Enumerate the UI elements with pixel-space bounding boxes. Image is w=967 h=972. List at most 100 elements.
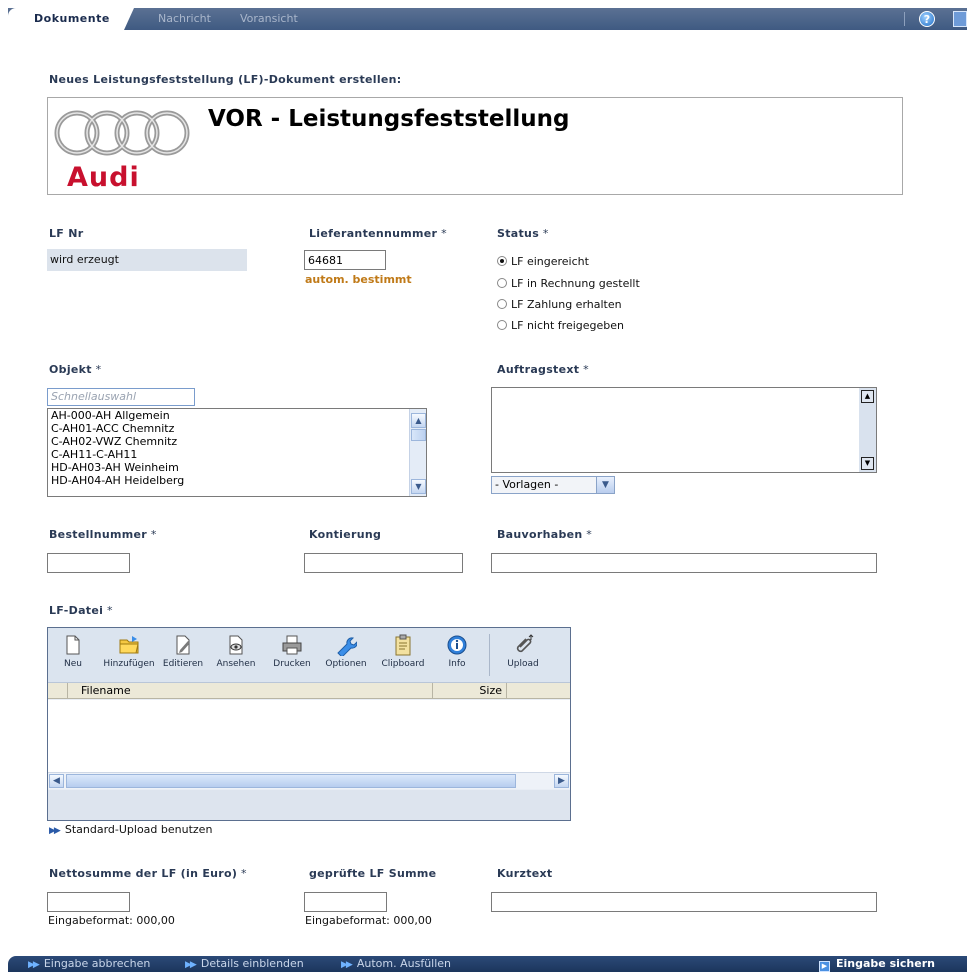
view-button[interactable]: Ansehen (214, 634, 258, 669)
clipboard-icon (395, 634, 411, 656)
list-item[interactable]: HD-AH04-AH Heidelberg (48, 474, 426, 487)
tool-label: Neu (64, 659, 82, 669)
tool-label: Upload (507, 659, 539, 669)
list-item[interactable]: C-AH01-ACC Chemnitz (48, 422, 426, 435)
tab-dokumente[interactable]: Dokumente (8, 8, 134, 30)
required-marker: * (147, 528, 157, 541)
section-title: Neues Leistungsfeststellung (LF)-Dokumen… (49, 73, 402, 86)
double-arrow-icon: ▶▶ (341, 960, 353, 970)
tab-divider (904, 12, 905, 26)
required-marker: * (539, 227, 549, 240)
view-document-icon (229, 635, 243, 655)
options-button[interactable]: Optionen (324, 634, 368, 669)
geprueft-format-hint: Eingabeformat: 000,00 (305, 914, 432, 927)
scroll-up-icon[interactable]: ▲ (411, 413, 426, 428)
scroll-up-icon[interactable]: ▲ (861, 390, 874, 403)
toolbar-divider (489, 634, 490, 676)
bestellnummer-label: Bestellnummer * (49, 528, 157, 541)
autofill-link[interactable]: ▶▶ Autom. Ausfüllen (341, 956, 451, 972)
scroll-down-icon[interactable]: ▼ (411, 479, 426, 494)
list-item[interactable]: AH-000-AH Allgemein (48, 409, 426, 422)
clipboard-button[interactable]: Clipboard (378, 634, 428, 669)
tab-nachricht[interactable]: Nachricht (158, 8, 211, 30)
status-option-nicht-freigegeben[interactable]: LF nicht freigegeben (497, 319, 624, 332)
geprueft-input[interactable] (304, 892, 387, 912)
netto-format-hint: Eingabeformat: 000,00 (48, 914, 175, 927)
required-marker: * (437, 227, 447, 240)
vorlagen-select[interactable]: - Vorlagen - ▼ (491, 476, 615, 494)
radio-selected-icon[interactable] (497, 256, 507, 266)
radio-icon[interactable] (497, 299, 507, 309)
print-button[interactable]: Drucken (271, 634, 313, 669)
lieferant-input[interactable] (304, 250, 386, 270)
standard-upload-link[interactable]: ▶▶ Standard-Upload benutzen (49, 823, 212, 836)
folder-icon (119, 636, 139, 654)
bauvorhaben-label: Bauvorhaben * (497, 528, 592, 541)
lieferant-note: autom. bestimmt (305, 273, 412, 286)
details-label: Details einblenden (200, 957, 304, 970)
tab-voransicht[interactable]: Voransicht (240, 8, 298, 30)
status-option-eingereicht[interactable]: LF eingereicht (497, 255, 589, 268)
schnellauswahl-input[interactable]: Schnellauswahl (47, 388, 195, 406)
add-button[interactable]: Hinzufügen (100, 634, 158, 669)
details-link[interactable]: ▶▶ Details einblenden (185, 956, 304, 972)
geprueft-label: geprüfte LF Summe (309, 867, 437, 880)
objekt-listbox[interactable]: AH-000-AH Allgemein C-AH01-ACC Chemnitz … (47, 408, 427, 497)
radio-icon[interactable] (497, 320, 507, 330)
list-item[interactable]: HD-AH03-AH Weinheim (48, 461, 426, 474)
lfnr-label: LF Nr (49, 227, 84, 240)
column-size[interactable]: Size (433, 683, 507, 699)
column-filename[interactable]: Filename (69, 683, 433, 699)
scroll-right-icon[interactable]: ▶ (554, 774, 569, 788)
status-option-label: LF nicht freigegeben (511, 319, 625, 332)
cancel-link[interactable]: ▶▶ Eingabe abbrechen (28, 956, 150, 972)
file-toolbar: Neu Hinzufügen Editieren Ansehen Drucken… (48, 628, 570, 683)
collapse-icon[interactable] (953, 11, 967, 27)
wrench-icon (337, 637, 357, 656)
save-button[interactable]: ▶ Eingabe sichern (819, 956, 935, 972)
status-option-rechnung[interactable]: LF in Rechnung gestellt (497, 277, 640, 290)
file-list-hscrollbar[interactable]: ◀ ▶ (48, 772, 570, 789)
kontierung-input[interactable] (304, 553, 463, 573)
chevron-down-icon[interactable]: ▼ (596, 477, 614, 493)
tool-label: Info (448, 659, 466, 669)
vorlagen-value: - Vorlagen - (495, 478, 559, 491)
new-button[interactable]: Neu (58, 634, 88, 669)
audi-wordmark: Audi (67, 162, 140, 193)
edit-button[interactable]: Editieren (161, 634, 205, 669)
scroll-thumb[interactable] (411, 429, 426, 441)
file-table-header: Filename Size (48, 683, 570, 699)
double-arrow-icon: ▶▶ (28, 960, 40, 970)
netto-input[interactable] (47, 892, 130, 912)
radio-icon[interactable] (497, 278, 507, 288)
document-title: VOR - Leistungsfeststellung (208, 106, 570, 132)
status-label: Status * (497, 227, 549, 240)
autofill-label: Autom. Ausfüllen (356, 957, 452, 970)
scroll-left-icon[interactable]: ◀ (49, 774, 64, 788)
bestellnummer-label-text: Bestellnummer (49, 528, 148, 541)
file-panel-status (48, 790, 570, 820)
double-arrow-icon: ▶▶ (49, 826, 61, 836)
bestellnummer-input[interactable] (47, 553, 130, 573)
scroll-down-icon[interactable]: ▼ (861, 457, 874, 470)
edit-document-icon (176, 635, 190, 655)
scroll-thumb[interactable] (66, 774, 516, 788)
auftragstext-textarea[interactable]: ▲ ▼ (491, 387, 877, 473)
info-icon (447, 635, 467, 655)
list-item[interactable]: C-AH11-C-AH11 (48, 448, 426, 461)
status-option-zahlung[interactable]: LF Zahlung erhalten (497, 298, 622, 311)
kurztext-label: Kurztext (497, 867, 553, 880)
upload-button[interactable]: Upload (505, 634, 541, 669)
file-list[interactable] (48, 700, 570, 772)
textarea-scrollbar[interactable]: ▲ ▼ (859, 388, 876, 472)
paperclip-icon (516, 634, 534, 653)
tool-label: Editieren (162, 659, 204, 669)
help-icon[interactable]: ? (919, 11, 935, 27)
kontierung-label: Kontierung (309, 528, 382, 541)
kurztext-input[interactable] (491, 892, 877, 912)
info-button[interactable]: Info (442, 634, 472, 669)
audi-rings-logo (54, 110, 190, 156)
listbox-scrollbar[interactable]: ▲ ▼ (409, 409, 426, 496)
list-item[interactable]: C-AH02-VWZ Chemnitz (48, 435, 426, 448)
bauvorhaben-input[interactable] (491, 553, 877, 573)
